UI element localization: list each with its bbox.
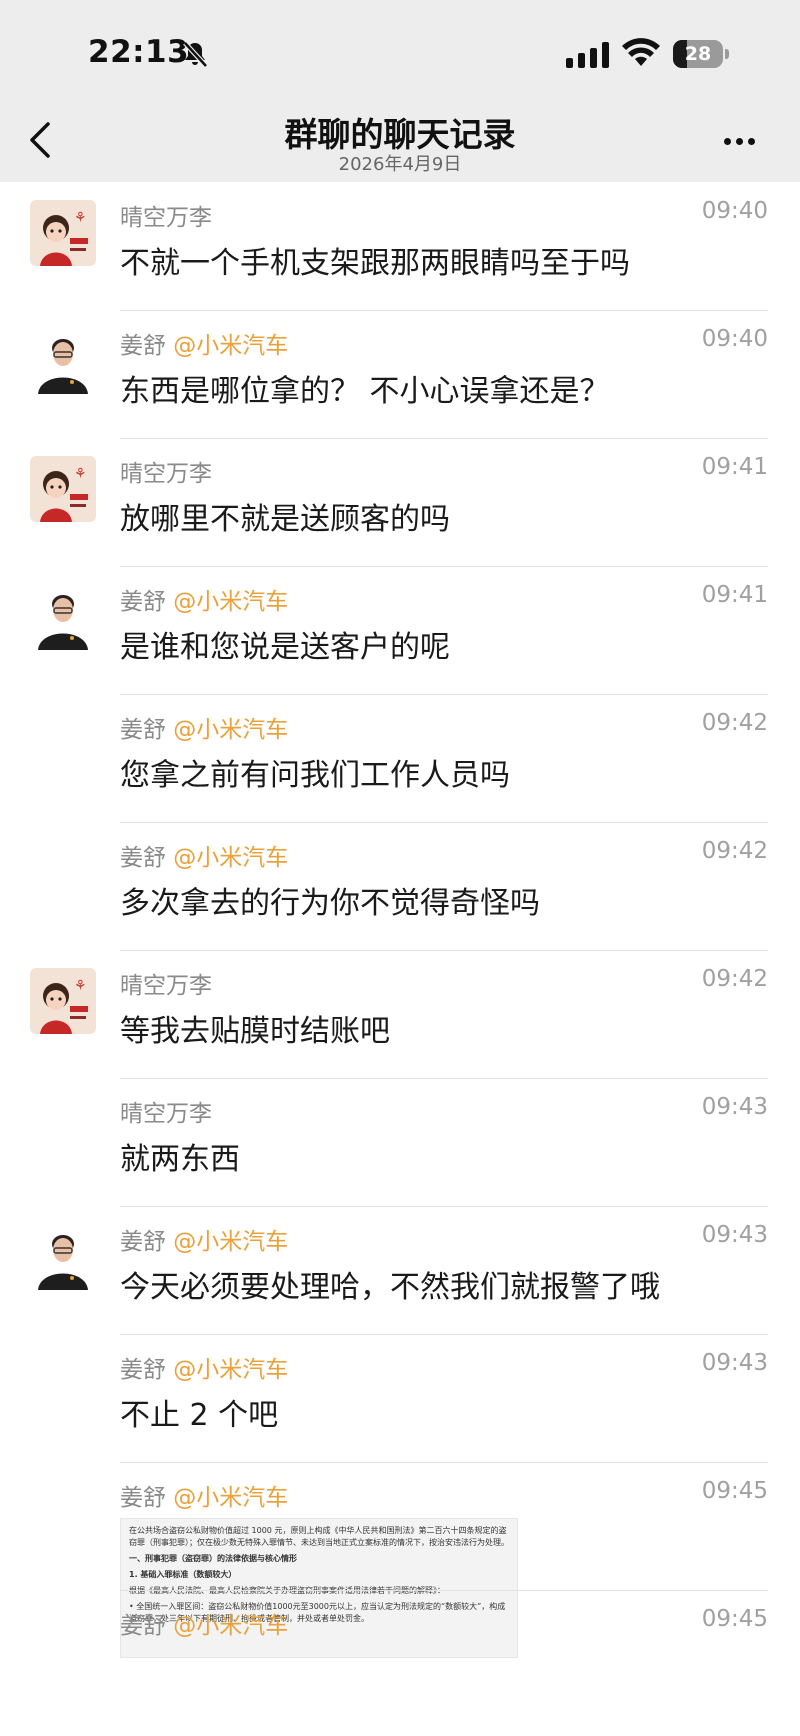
sender-tag: @小米汽车: [166, 333, 289, 359]
cellular-signal-icon: [566, 42, 609, 68]
chat-message: ⚘ 晴空万李 09:40 不就一个手机支架跟那两眼睛吗至于吗: [0, 182, 800, 310]
message-divider: [120, 438, 768, 439]
message-text: 不就一个手机支架跟那两眼睛吗至于吗: [120, 246, 630, 281]
sender-name: 晴空万李: [120, 1101, 212, 1127]
sender-tag: @小米汽车: [166, 1357, 289, 1383]
man-avatar[interactable]: [30, 1224, 96, 1290]
sender-tag: @小米汽车: [166, 1613, 289, 1639]
message-divider: [120, 1206, 768, 1207]
message-divider: [120, 1078, 768, 1079]
sender-name: 姜舒 @小米汽车: [120, 845, 289, 871]
page-title: 群聊的聊天记录: [284, 115, 516, 154]
chat-message: 晴空万李 09:43 就两东西: [0, 1078, 800, 1206]
chat-date: 2026年4月9日: [338, 154, 462, 175]
chat-message: 姜舒 @小米汽车 09:45: [0, 1590, 800, 1718]
girl-avatar[interactable]: ⚘: [30, 456, 96, 522]
sender-name: 姜舒 @小米汽车: [120, 1613, 289, 1639]
sender-tag: @小米汽车: [166, 589, 289, 615]
message-text: 放哪里不就是送顾客的吗: [120, 502, 450, 537]
sender-name: 晴空万李: [120, 973, 212, 999]
man-avatar[interactable]: [30, 584, 96, 650]
battery-level: 28: [684, 43, 712, 65]
message-time: 09:42: [701, 838, 768, 864]
bell-slash-icon: [183, 41, 208, 68]
sender-name: 姜舒 @小米汽车: [120, 1357, 289, 1383]
message-time: 09:42: [701, 966, 768, 992]
message-text: 多次拿去的行为你不觉得奇怪吗: [120, 886, 540, 921]
chat-message: 姜舒 @小米汽车 09:40 东西是哪位拿的？ 不小心误拿还是？: [0, 310, 800, 438]
message-time: 09:41: [701, 454, 768, 480]
chat-message: 姜舒 @小米汽车 09:42 多次拿去的行为你不觉得奇怪吗: [0, 822, 800, 950]
message-time: 09:41: [701, 582, 768, 608]
message-time: 09:43: [701, 1222, 768, 1248]
svg-text:⚘: ⚘: [74, 466, 87, 482]
message-divider: [120, 1462, 768, 1463]
top-bar: 22:13 28 群聊的聊天记录 2026年4月9日: [0, 0, 800, 182]
message-divider: [120, 1334, 768, 1335]
sender-name: 晴空万李: [120, 461, 212, 487]
message-text: 您拿之前有问我们工作人员吗: [120, 758, 510, 793]
more-options-icon[interactable]: [724, 130, 768, 146]
svg-text:⚘: ⚘: [74, 210, 87, 226]
message-text: 是谁和您说是送客户的呢: [120, 630, 450, 665]
message-divider: [120, 950, 768, 951]
sender-tag: @小米汽车: [166, 845, 289, 871]
chat-message: 姜舒 @小米汽车 09:43 不止 2 个吧: [0, 1334, 800, 1462]
chat-message: 姜舒 @小米汽车 09:43 今天必须要处理哈，不然我们就报警了哦: [0, 1206, 800, 1334]
message-time: 09:42: [701, 710, 768, 736]
chat-message: 姜舒 @小米汽车 09:41 是谁和您说是送客户的呢: [0, 566, 800, 694]
sender-name: 姜舒 @小米汽车: [120, 333, 289, 359]
message-divider: [120, 1590, 768, 1591]
sender-name: 姜舒 @小米汽车: [120, 717, 289, 743]
message-time: 09:45: [701, 1606, 768, 1632]
battery-icon: 28: [673, 40, 729, 68]
message-text: 东西是哪位拿的？ 不小心误拿还是？: [120, 374, 610, 409]
chat-message: ⚘ 晴空万李 09:41 放哪里不就是送顾客的吗: [0, 438, 800, 566]
man-avatar[interactable]: [30, 328, 96, 394]
girl-avatar[interactable]: ⚘: [30, 968, 96, 1034]
message-divider: [120, 822, 768, 823]
sender-name: 晴空万李: [120, 205, 212, 231]
message-time: 09:43: [701, 1094, 768, 1120]
message-text: 今天必须要处理哈，不然我们就报警了哦: [120, 1270, 660, 1305]
status-time: 22:13: [88, 34, 190, 70]
chat-message: 姜舒 @小米汽车 09:42 您拿之前有问我们工作人员吗: [0, 694, 800, 822]
sender-tag: @小米汽车: [166, 717, 289, 743]
sender-tag: @小米汽车: [166, 1229, 289, 1255]
message-divider: [120, 694, 768, 695]
message-text: 就两东西: [120, 1142, 240, 1177]
message-divider: [120, 566, 768, 567]
sender-name: 姜舒 @小米汽车: [120, 1229, 289, 1255]
sender-tag: @小米汽车: [166, 1485, 289, 1511]
message-text: 等我去贴膜时结账吧: [120, 1014, 390, 1049]
document-p1: 在公共场合盗窃公私财物价值超过 1000 元，原则上构成《中华人民共和国刑法》第…: [129, 1526, 509, 1547]
message-text: 不止 2 个吧: [120, 1398, 279, 1433]
svg-text:⚘: ⚘: [74, 978, 87, 994]
chat-message: 姜舒 @小米汽车 09:45 在公共场合盗窃公私财物价值超过 1000 元，原则…: [0, 1462, 800, 1658]
chat-message: ⚘ 晴空万李 09:42 等我去贴膜时结账吧: [0, 950, 800, 1078]
message-time: 09:43: [701, 1350, 768, 1376]
document-h2: 1. 基础入罪标准（数额较大）: [129, 1570, 237, 1579]
message-time: 09:40: [701, 198, 768, 224]
document-h1: 一、刑事犯罪（盗窃罪）的法律依据与核心情形: [129, 1554, 297, 1563]
girl-avatar[interactable]: ⚘: [30, 200, 96, 266]
sender-name: 姜舒 @小米汽车: [120, 1485, 289, 1511]
message-time: 09:40: [701, 326, 768, 352]
sender-name: 姜舒 @小米汽车: [120, 589, 289, 615]
message-time: 09:45: [701, 1478, 768, 1504]
wifi-icon: [622, 38, 660, 66]
message-divider: [120, 310, 768, 311]
